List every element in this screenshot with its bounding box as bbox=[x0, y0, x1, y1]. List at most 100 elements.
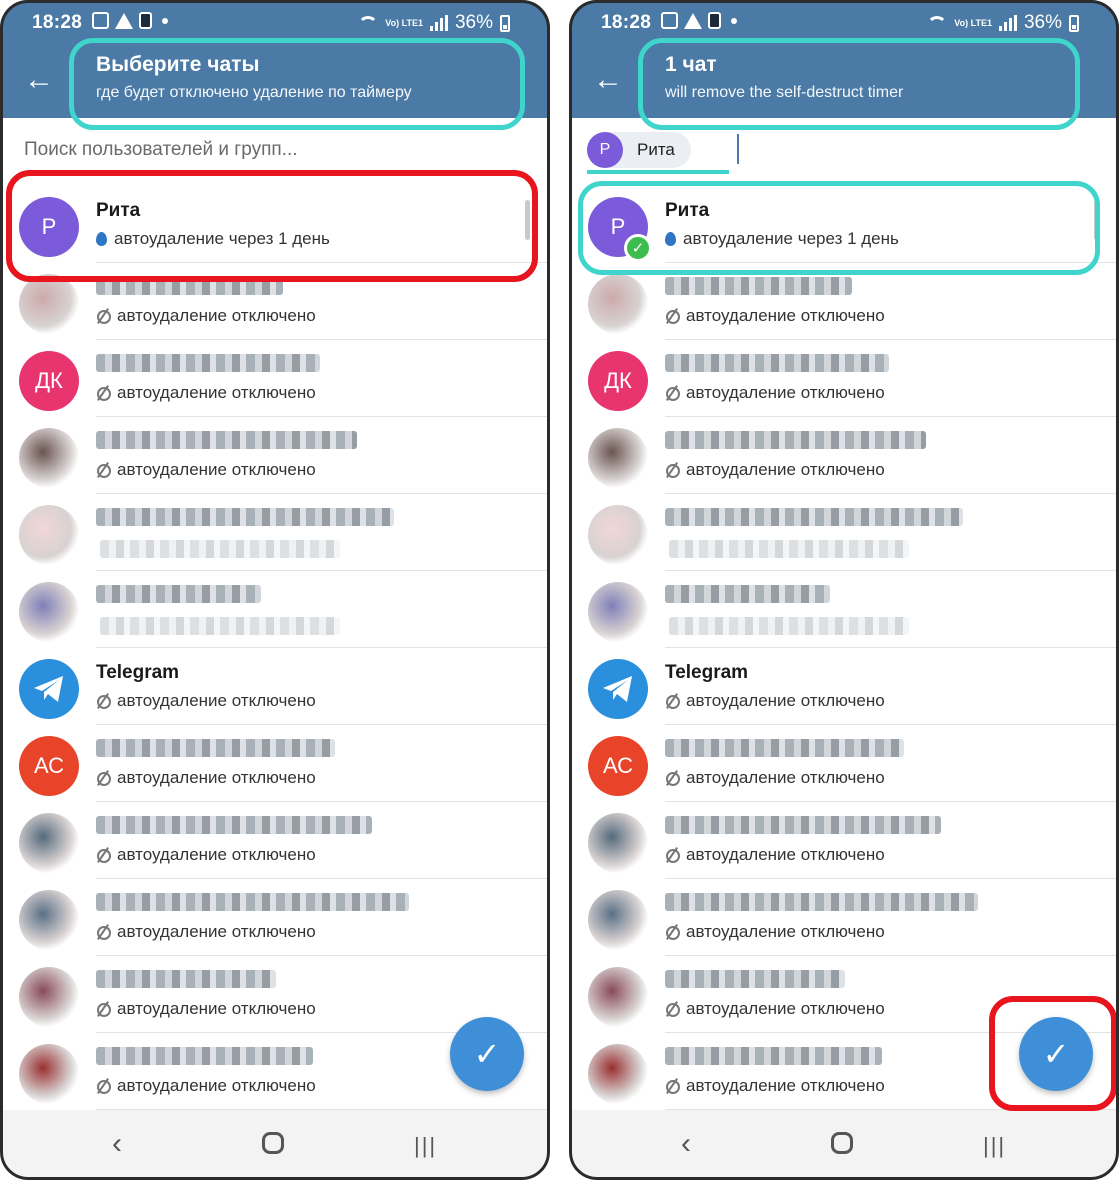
chat-row[interactable] bbox=[0, 571, 550, 648]
chat-status: автоудаление отключено bbox=[665, 845, 885, 865]
blurred-status bbox=[100, 617, 340, 635]
app-icon bbox=[139, 12, 152, 29]
nav-recents-icon[interactable]: ||| bbox=[983, 1130, 1006, 1162]
avatar bbox=[588, 274, 648, 334]
chat-row[interactable]: Telegram автоудаление отключено bbox=[0, 648, 550, 725]
chat-row[interactable]: автоудаление отключено bbox=[569, 802, 1119, 879]
image-icon bbox=[92, 12, 109, 29]
avatar bbox=[588, 967, 648, 1027]
chat-row[interactable]: автоудаление отключено bbox=[569, 879, 1119, 956]
chat-row[interactable]: автоудаление отключено bbox=[0, 802, 550, 879]
selected-chip-rita[interactable]: Р Рита bbox=[587, 132, 691, 168]
nav-home-icon[interactable] bbox=[831, 1132, 853, 1154]
chat-row[interactable]: автоудаление отключено bbox=[0, 263, 550, 340]
check-icon: ✓ bbox=[473, 1036, 501, 1072]
nav-back-icon[interactable]: ‹ bbox=[112, 1128, 122, 1160]
nav-home-icon[interactable] bbox=[262, 1132, 284, 1154]
timer-off-icon bbox=[96, 463, 111, 478]
check-icon: ✓ bbox=[1042, 1036, 1070, 1072]
chat-status: автоудаление через 1 день bbox=[96, 229, 330, 249]
chat-status-text: автоудаление отключено bbox=[117, 383, 316, 402]
notification-icons bbox=[92, 12, 168, 29]
timer-off-icon bbox=[96, 848, 111, 863]
nav-back-icon[interactable]: ‹ bbox=[681, 1128, 691, 1160]
avatar: АС bbox=[19, 736, 79, 796]
blurred-name bbox=[96, 585, 261, 603]
chat-status-text: автоудаление отключено bbox=[686, 460, 885, 479]
blurred-name bbox=[665, 431, 926, 449]
chat-list: Р ✓ Рита автоудаление через 1 день автоудале… bbox=[569, 186, 1119, 1110]
chat-status-text: автоудаление отключено bbox=[686, 845, 885, 864]
timer-off-icon bbox=[665, 925, 680, 940]
battery-label: 36% bbox=[1023, 12, 1062, 33]
chat-status: автоудаление отключено bbox=[96, 768, 316, 788]
chat-row[interactable]: Р Рита автоудаление через 1 день bbox=[0, 186, 550, 263]
text-cursor bbox=[737, 134, 739, 164]
blurred-name bbox=[665, 893, 978, 911]
app-icon bbox=[708, 12, 721, 29]
system-icons: Vo) LTE1 36% bbox=[927, 12, 1079, 34]
chat-row[interactable]: автоудаление отключено bbox=[569, 417, 1119, 494]
blurred-name bbox=[96, 508, 394, 526]
chat-row[interactable]: автоудаление отключено bbox=[569, 263, 1119, 340]
avatar: Р bbox=[19, 197, 79, 257]
chat-status: автоудаление отключено bbox=[96, 383, 316, 403]
confirm-fab-button[interactable]: ✓ bbox=[1019, 1017, 1093, 1091]
chat-name: Telegram bbox=[665, 662, 749, 683]
blurred-name bbox=[96, 970, 276, 988]
page-title: 1 чат bbox=[665, 53, 717, 76]
chat-status-text: автоудаление отключено bbox=[686, 691, 885, 710]
chat-status: автоудаление отключено bbox=[665, 460, 885, 480]
wifi-icon bbox=[358, 16, 379, 30]
chat-name: Рита bbox=[96, 200, 141, 221]
blurred-status bbox=[669, 617, 909, 635]
lte-label: Vo) LTE1 bbox=[385, 17, 423, 28]
chat-row[interactable] bbox=[569, 494, 1119, 571]
timer-off-icon bbox=[665, 463, 680, 478]
scrollbar[interactable] bbox=[1094, 200, 1099, 240]
search-input[interactable]: Поиск пользователей и групп... bbox=[24, 139, 298, 161]
avatar bbox=[19, 505, 79, 565]
avatar bbox=[19, 813, 79, 873]
chat-row[interactable]: автоудаление отключено bbox=[0, 417, 550, 494]
scrollbar[interactable] bbox=[525, 200, 530, 240]
nav-recents-icon[interactable]: ||| bbox=[414, 1130, 437, 1162]
chat-row[interactable] bbox=[569, 571, 1119, 648]
chat-row[interactable]: ДК автоудаление отключено bbox=[0, 340, 550, 417]
avatar bbox=[19, 890, 79, 950]
chat-row[interactable]: Telegram автоудаление отключено bbox=[569, 648, 1119, 725]
chat-row[interactable] bbox=[0, 494, 550, 571]
chat-status-text: автоудаление через 1 день bbox=[114, 229, 330, 248]
chat-status-text: автоудаление отключено bbox=[686, 306, 885, 325]
chat-row[interactable]: АС автоудаление отключено bbox=[569, 725, 1119, 802]
chat-name: Telegram bbox=[96, 662, 180, 683]
avatar bbox=[19, 274, 79, 334]
more-notifications-icon bbox=[162, 17, 168, 24]
more-notifications-icon bbox=[731, 17, 737, 24]
avatar bbox=[19, 1044, 79, 1104]
blurred-status bbox=[100, 540, 340, 558]
blurred-name bbox=[665, 1047, 882, 1065]
flame-timer-icon bbox=[665, 232, 676, 246]
chat-status-text: автоудаление отключено bbox=[117, 922, 316, 941]
confirm-fab-button[interactable]: ✓ bbox=[450, 1017, 524, 1091]
chat-row[interactable]: АС автоудаление отключено bbox=[0, 725, 550, 802]
chat-status-text: автоудаление отключено bbox=[686, 922, 885, 941]
chat-status: автоудаление отключено bbox=[665, 383, 885, 403]
timer-off-icon bbox=[96, 309, 111, 324]
chat-status-text: автоудаление отключено bbox=[117, 1076, 316, 1095]
timer-off-icon bbox=[665, 1079, 680, 1094]
battery-icon bbox=[500, 14, 510, 32]
chat-row[interactable]: Р ✓ Рита автоудаление через 1 день bbox=[569, 186, 1119, 263]
chat-status: автоудаление отключено bbox=[96, 306, 316, 326]
back-arrow-icon[interactable]: ← bbox=[593, 62, 623, 98]
blurred-name bbox=[665, 508, 963, 526]
chat-row[interactable]: автоудаление отключено bbox=[0, 879, 550, 956]
timer-off-icon bbox=[665, 848, 680, 863]
back-arrow-icon[interactable]: ← bbox=[24, 62, 54, 98]
chat-status: автоудаление отключено bbox=[96, 999, 316, 1019]
chat-row[interactable]: ДК автоудаление отключено bbox=[569, 340, 1119, 417]
avatar bbox=[19, 967, 79, 1027]
avatar bbox=[19, 428, 79, 488]
signal-icon bbox=[998, 15, 1017, 31]
